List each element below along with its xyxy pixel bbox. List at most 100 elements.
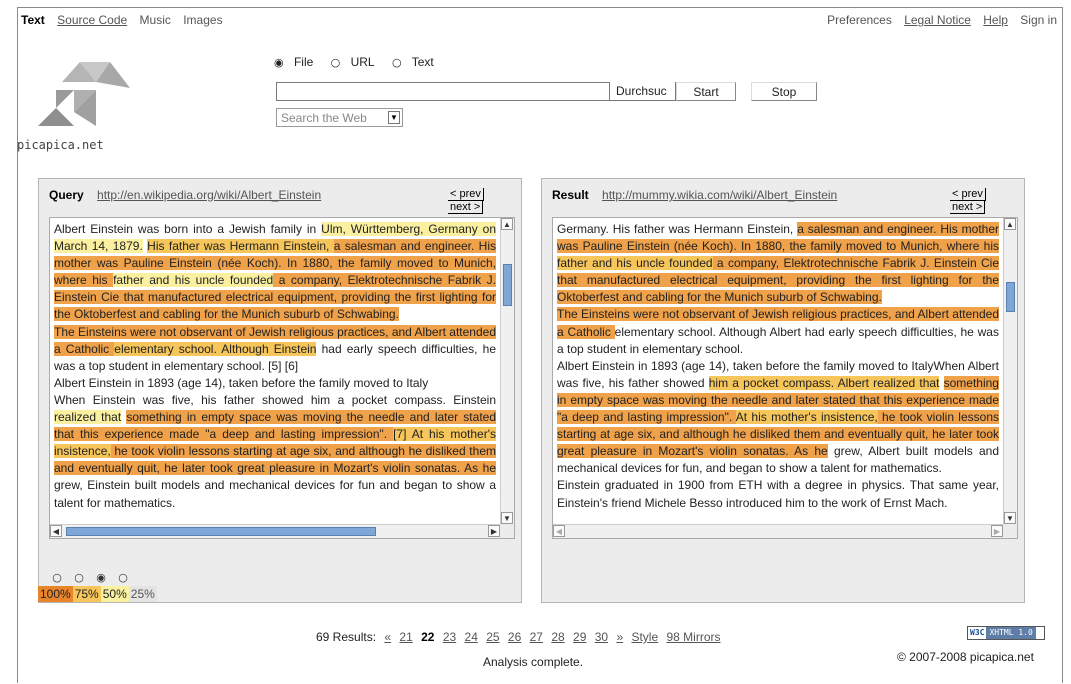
result-prev-button[interactable]: < prev (950, 188, 986, 201)
results-count: 69 Results: (316, 630, 377, 644)
threshold-chips: 100% 75% 50% 25% (38, 586, 157, 602)
text-paragraph: Albert Einstein was born into a Jewish f… (54, 221, 497, 324)
nav-legal-notice[interactable]: Legal Notice (904, 13, 971, 27)
chip-50[interactable]: 50% (100, 586, 129, 602)
page-link[interactable]: 23 (443, 630, 456, 644)
search-engine-select[interactable]: Search the Web ▼ (276, 108, 403, 127)
nav-help[interactable]: Help (983, 13, 1008, 27)
page-last-link[interactable]: » (616, 630, 623, 644)
radio-file-label: File (293, 55, 314, 69)
start-button[interactable]: Start (676, 82, 736, 101)
query-label: Query (49, 188, 84, 202)
threshold-50-radio-icon[interactable]: ◉ (90, 571, 112, 584)
highlight-75: father and his uncle founded (557, 256, 713, 271)
browse-button[interactable]: Durchsuc (610, 82, 676, 101)
query-prev-button[interactable]: < prev (448, 188, 484, 201)
text-segment: Albert Einstein was born into a Jewish f… (54, 222, 322, 236)
result-next-button[interactable]: next > (950, 201, 986, 214)
radio-file[interactable]: ◉ File (274, 55, 320, 69)
page-link[interactable]: 29 (573, 630, 586, 644)
nav-preferences[interactable]: Preferences (827, 13, 892, 27)
scroll-left-icon[interactable]: ◀ (50, 525, 62, 537)
mirrors-link[interactable]: 98 Mirrors (667, 630, 721, 644)
page-link[interactable]: 27 (530, 630, 543, 644)
logo-text: picapica.net (17, 138, 104, 152)
query-vscroll-thumb[interactable] (503, 264, 512, 306)
chip-100[interactable]: 100% (38, 586, 73, 602)
text-segment: Germany. His father was Hermann Einstein… (557, 222, 798, 236)
highlight-75: him a pocket compass. Albert realized th… (708, 375, 940, 390)
xhtml-validator-badge[interactable]: W3C XHTML 1.0 (967, 626, 1045, 640)
result-vertical-scrollbar[interactable]: ▲ ▼ (1003, 218, 1017, 524)
chip-75[interactable]: 75% (72, 586, 101, 602)
result-label: Result (552, 188, 589, 202)
text-segment: elementary school. Although Albert had e… (557, 324, 999, 356)
source-type-radios: ◉ File ○ URL ○ Text (274, 55, 448, 69)
scroll-up-icon[interactable]: ▲ (501, 218, 513, 230)
page-link[interactable]: 30 (595, 630, 608, 644)
text-segment: grew, Einstein built models and mechanic… (54, 478, 496, 510)
chip-25[interactable]: 25% (128, 586, 157, 602)
page-link[interactable]: 28 (551, 630, 564, 644)
result-vscroll-thumb[interactable] (1006, 282, 1015, 312)
radio-url-icon[interactable]: ○ (331, 56, 341, 69)
query-next-button[interactable]: next > (448, 201, 484, 214)
radio-text-label: Text (411, 55, 434, 69)
copyright-text: © 2007-2008 picapica.net (897, 650, 1034, 664)
highlight-75: His father was Hermann Einstein, (147, 239, 334, 254)
page-first-link[interactable]: « (384, 630, 391, 644)
scroll-right-icon[interactable]: ▶ (991, 525, 1003, 537)
scroll-up-icon[interactable]: ▲ (1004, 218, 1016, 230)
threshold-100-radio-icon[interactable]: ○ (46, 571, 68, 584)
highlight-50: realized that (54, 410, 122, 425)
picapica-logo-icon[interactable] (34, 60, 134, 130)
nav-source-code[interactable]: Source Code (57, 13, 127, 27)
result-url-link[interactable]: http://mummy.wikia.com/wiki/Albert_Einst… (602, 188, 837, 202)
query-text-box[interactable]: Albert Einstein was born into a Jewish f… (49, 217, 515, 539)
text-segment: Albert Einstein in 1893 (age 14), taken … (54, 375, 429, 390)
file-path-input[interactable] (276, 82, 610, 101)
style-link[interactable]: Style (631, 630, 658, 644)
nav-sign-in[interactable]: Sign in (1020, 13, 1057, 27)
highlight-75: At his mother's insistence, (735, 410, 878, 425)
text-paragraph: The Einsteins were not observant of Jewi… (54, 324, 496, 375)
page-link[interactable]: 25 (486, 630, 499, 644)
radio-file-icon[interactable]: ◉ (274, 56, 284, 69)
threshold-25-radio-icon[interactable]: ○ (112, 571, 134, 584)
results-pagination: 69 Results: « 21 22 23 24 25 26 27 28 29… (316, 630, 721, 644)
query-url-link[interactable]: http://en.wikipedia.org/wiki/Albert_Eins… (97, 188, 321, 202)
page-link[interactable]: 21 (399, 630, 412, 644)
top-nav-right: Preferences Legal Notice Help Sign in (818, 13, 1057, 27)
threshold-75-radio-icon[interactable]: ○ (68, 571, 90, 584)
result-text-box[interactable]: Germany. His father was Hermann Einstein… (552, 217, 1018, 539)
radio-text[interactable]: ○ Text (392, 55, 441, 69)
query-text-content: Albert Einstein was born into a Jewish f… (50, 218, 500, 524)
stop-button[interactable]: Stop (751, 82, 817, 101)
page-link[interactable]: 26 (508, 630, 521, 644)
nav-music[interactable]: Music (140, 13, 171, 27)
search-engine-value: Search the Web (281, 111, 367, 125)
nav-images[interactable]: Images (183, 13, 222, 27)
text-paragraph: Albert Einstein in 1893 (age 14), taken … (54, 375, 496, 392)
radio-url[interactable]: ○ URL (331, 55, 382, 69)
chevron-down-icon[interactable]: ▼ (388, 111, 400, 124)
scroll-down-icon[interactable]: ▼ (1004, 512, 1016, 524)
query-vertical-scrollbar[interactable]: ▲ ▼ (500, 218, 514, 524)
scroll-down-icon[interactable]: ▼ (501, 512, 513, 524)
radio-text-icon[interactable]: ○ (392, 56, 402, 69)
highlight-100: he took violin lessons starting at age s… (54, 444, 496, 476)
scroll-left-icon[interactable]: ◀ (553, 525, 565, 537)
nav-text[interactable]: Text (21, 13, 45, 27)
text-paragraph: When Einstein was five, his father showe… (54, 392, 496, 512)
radio-url-label: URL (350, 55, 375, 69)
query-hscroll-thumb[interactable] (66, 527, 376, 536)
query-horizontal-scrollbar[interactable]: ◀ ▶ (50, 524, 500, 538)
result-horizontal-scrollbar[interactable]: ◀ ▶ (553, 524, 1003, 538)
scroll-corner (500, 524, 514, 538)
scroll-corner (1003, 524, 1017, 538)
result-panel-header: Result http://mummy.wikia.com/wiki/Alber… (552, 188, 837, 202)
text-segment: When Einstein was five, his father showe… (54, 392, 496, 407)
scroll-right-icon[interactable]: ▶ (488, 525, 500, 537)
page-current: 22 (421, 630, 435, 644)
page-link[interactable]: 24 (465, 630, 478, 644)
